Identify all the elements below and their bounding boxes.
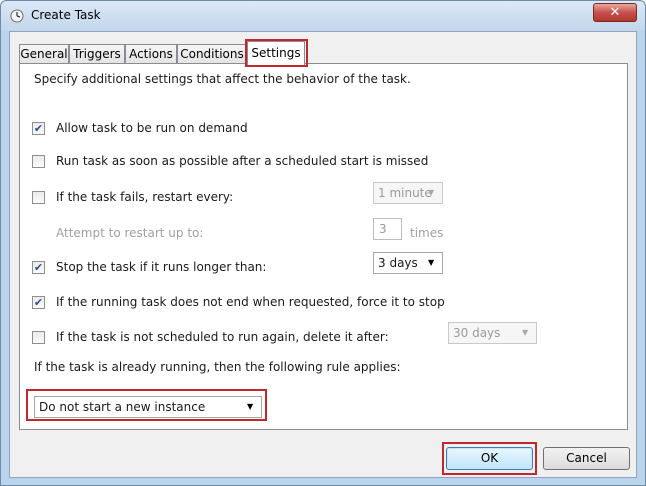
force-stop-checkbox[interactable]: ✔ [32,296,45,309]
allow-on-demand-label: Allow task to be run on demand [56,121,248,135]
tab-actions[interactable]: Actions [125,44,177,65]
cancel-button[interactable]: Cancel [543,447,630,470]
run-asap-label: Run task as soon as possible after a sch… [56,154,429,168]
restart-times-label: times [410,226,444,240]
allow-on-demand-checkbox[interactable]: ✔ [32,122,45,135]
dialog-client-area: General Triggers Actions Conditions Sett… [9,31,637,478]
stop-if-long-label: Stop the task if it runs longer than: [56,260,267,274]
chevron-down-icon: ▼ [522,328,529,337]
title-bar[interactable]: Create Task ✕ [1,1,645,31]
attempt-restart-label: Attempt to restart up to: [56,226,204,240]
clock-icon [10,9,24,23]
stop-duration-dropdown[interactable]: 3 days ▼ [373,252,443,274]
restart-interval-dropdown[interactable]: 1 minute ▼ [373,182,443,204]
window-title: Create Task [31,8,101,22]
rule-dropdown[interactable]: Do not start a new instance ▼ [34,396,262,418]
tab-settings[interactable]: Settings [247,41,305,66]
close-icon: ✕ [609,5,621,20]
rule-label: If the task is already running, then the… [34,360,401,374]
settings-panel: Specify additional settings that affect … [19,63,628,430]
force-stop-label: If the running task does not end when re… [56,295,445,309]
delete-after-dropdown[interactable]: 30 days ▼ [448,322,537,344]
settings-description: Specify additional settings that affect … [34,72,411,86]
delete-after-label: If the task is not scheduled to run agai… [56,330,389,344]
tab-conditions[interactable]: Conditions [177,44,247,65]
stop-if-long-checkbox[interactable]: ✔ [32,261,45,274]
ok-button[interactable]: OK [446,447,533,470]
tab-triggers[interactable]: Triggers [69,44,125,65]
restart-on-fail-label: If the task fails, restart every: [56,190,234,204]
restart-interval-value: 1 minute [378,186,432,200]
delete-after-checkbox[interactable] [32,331,45,344]
restart-count-input[interactable]: 3 [373,218,402,240]
tab-general[interactable]: General [19,44,69,65]
create-task-dialog: Create Task ✕ General Triggers Actions C… [0,0,646,486]
chevron-down-icon: ▼ [247,402,254,411]
run-asap-checkbox[interactable] [32,155,45,168]
chevron-down-icon: ▼ [428,258,435,267]
close-button[interactable]: ✕ [593,3,637,22]
chevron-down-icon: ▼ [428,188,435,197]
delete-after-value: 30 days [453,326,501,340]
stop-duration-value: 3 days [378,256,418,270]
restart-on-fail-checkbox[interactable] [32,191,45,204]
rule-value: Do not start a new instance [39,400,206,414]
